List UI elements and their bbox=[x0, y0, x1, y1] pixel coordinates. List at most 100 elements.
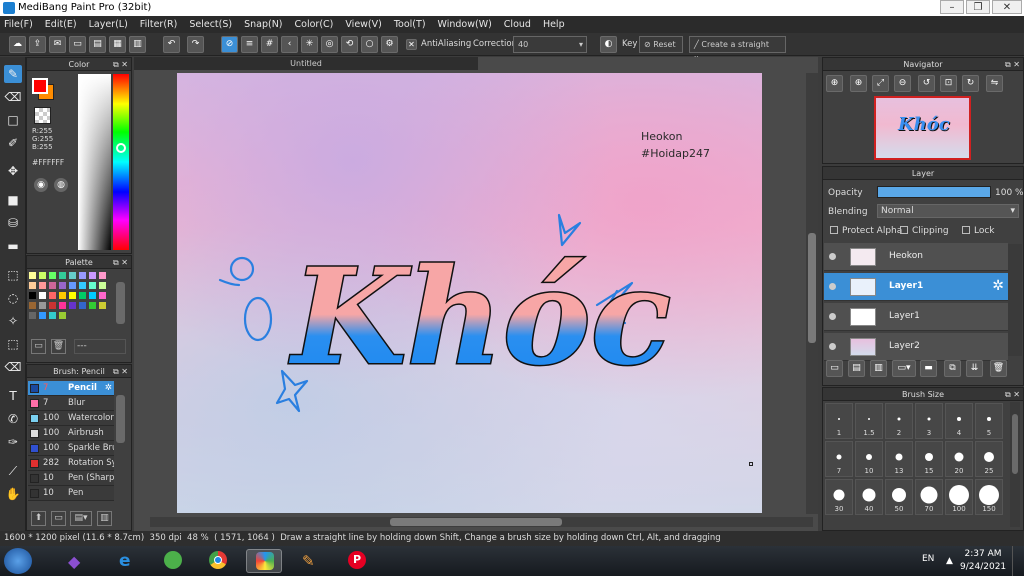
document-tab[interactable]: Untitled bbox=[134, 57, 478, 70]
brush-settings-gear-icon[interactable]: ✲ bbox=[105, 381, 112, 395]
palette-swatch[interactable] bbox=[69, 272, 76, 279]
menu-window[interactable]: Window(W) bbox=[438, 19, 492, 30]
internet-explorer-icon[interactable]: e bbox=[108, 549, 144, 573]
palette-page[interactable]: --- bbox=[74, 339, 126, 354]
move-tool-icon[interactable]: ✥ bbox=[4, 162, 22, 180]
panel-close-icon[interactable]: ⧉ ✕ bbox=[1005, 388, 1020, 401]
palette-swatch[interactable] bbox=[69, 292, 76, 299]
add-layer-menu-icon[interactable]: ▭▾ bbox=[892, 360, 916, 377]
comment-icon[interactable]: ✉ bbox=[49, 36, 66, 53]
brush-size-option[interactable]: 15 bbox=[915, 441, 943, 477]
visibility-eye-icon[interactable] bbox=[829, 253, 836, 260]
saturation-value-picker[interactable] bbox=[78, 74, 111, 250]
layer-row[interactable]: Layer2 bbox=[824, 333, 1008, 361]
protect-alpha-checkbox[interactable] bbox=[830, 226, 838, 234]
visibility-eye-icon[interactable] bbox=[829, 343, 836, 350]
chrome-icon[interactable] bbox=[200, 549, 236, 573]
curve-snap-icon[interactable]: ⟲ bbox=[341, 36, 358, 53]
panel-close-icon[interactable]: ⧉ ✕ bbox=[1005, 58, 1020, 71]
palette-swatch[interactable] bbox=[59, 302, 66, 309]
eraser-tool-icon[interactable]: ⌫ bbox=[4, 88, 22, 106]
select-pen-tool-icon[interactable]: ⬚ bbox=[4, 335, 22, 353]
brush-size-option[interactable]: 4 bbox=[945, 403, 973, 439]
palette-swatch[interactable] bbox=[49, 312, 56, 319]
panel-close-icon[interactable]: ⧉ ✕ bbox=[113, 365, 128, 378]
palette-swatch[interactable] bbox=[29, 302, 36, 309]
delete-palette-icon[interactable]: 🗑 bbox=[51, 339, 66, 354]
paint-icon[interactable]: ✎ bbox=[292, 549, 328, 573]
brush-size-option[interactable]: 1 bbox=[825, 403, 853, 439]
correction-select[interactable]: 40 ▾ bbox=[513, 36, 587, 53]
layer-scrollbar[interactable] bbox=[1008, 244, 1022, 356]
add-brush-icon[interactable]: ⬆ bbox=[31, 511, 46, 526]
palette-swatch[interactable] bbox=[29, 312, 36, 319]
flip-icon[interactable]: ⇋ bbox=[986, 75, 1003, 92]
blending-select[interactable]: Normal ▾ bbox=[877, 204, 1019, 218]
menu-edit[interactable]: Edit(E) bbox=[45, 19, 77, 30]
brush-item[interactable]: 7 Blur bbox=[28, 396, 114, 411]
tray-up-arrow-icon[interactable]: ▲ bbox=[946, 556, 953, 566]
share-icon[interactable]: ⇪ bbox=[29, 36, 46, 53]
visual-studio-icon[interactable]: ◆ bbox=[58, 549, 94, 573]
brush-item[interactable]: 100 Sparkle Brush bbox=[28, 441, 114, 456]
opacity-slider[interactable] bbox=[877, 186, 991, 198]
palette-swatch[interactable] bbox=[79, 292, 86, 299]
palette-swatch[interactable] bbox=[59, 312, 66, 319]
brush-size-option[interactable]: 25 bbox=[975, 441, 1003, 477]
save-icon[interactable]: ▤ bbox=[89, 36, 106, 53]
navigator-preview[interactable]: Khóc bbox=[874, 96, 971, 160]
brush-item[interactable]: 282 Rotation Sy bbox=[28, 456, 114, 471]
horizontal-scrollbar[interactable] bbox=[150, 517, 813, 527]
new-file-icon[interactable]: ▭ bbox=[69, 36, 86, 53]
palette-swatch[interactable] bbox=[79, 282, 86, 289]
magic-wand-tool-icon[interactable]: ✧ bbox=[4, 312, 22, 330]
menu-view[interactable]: View(V) bbox=[345, 19, 381, 30]
menu-tool[interactable]: Tool(T) bbox=[394, 19, 426, 30]
vertical-scroll-thumb[interactable] bbox=[808, 233, 816, 343]
undo-icon[interactable]: ↶ bbox=[163, 36, 180, 53]
brush-size-option[interactable]: 5 bbox=[975, 403, 1003, 439]
cloud-icon[interactable]: ☁ bbox=[9, 36, 26, 53]
menu-file[interactable]: File(F) bbox=[4, 19, 33, 30]
menu-filter[interactable]: Filter(R) bbox=[140, 19, 178, 30]
select-tool-icon[interactable]: ⬚ bbox=[4, 266, 22, 284]
palette-swatch[interactable] bbox=[29, 282, 36, 289]
menu-snap[interactable]: Snap(N) bbox=[244, 19, 282, 30]
brush-size-option[interactable]: 100 bbox=[945, 479, 973, 515]
palette-swatch[interactable] bbox=[29, 292, 36, 299]
menu-help[interactable]: Help bbox=[543, 19, 565, 30]
palette-swatch[interactable] bbox=[39, 302, 46, 309]
brush-scrollbar[interactable] bbox=[116, 395, 125, 443]
add-palette-icon[interactable]: ▭ bbox=[31, 339, 46, 354]
pinterest-icon[interactable]: P bbox=[339, 549, 375, 573]
rotate-right-icon[interactable]: ↻ bbox=[962, 75, 979, 92]
zoom-in-alt-icon[interactable]: ⊕ bbox=[850, 75, 867, 92]
merge-down-icon[interactable]: ⇊ bbox=[966, 360, 983, 377]
hue-slider[interactable] bbox=[113, 74, 129, 250]
palette-swatch[interactable] bbox=[69, 302, 76, 309]
clock[interactable]: 2:37 AM 9/24/2021 bbox=[960, 548, 1006, 574]
horizontal-scroll-thumb[interactable] bbox=[390, 518, 562, 526]
shape-tool-icon[interactable]: ■ bbox=[4, 191, 22, 209]
reset-button[interactable]: ⊘ Reset bbox=[639, 36, 683, 53]
visibility-eye-icon[interactable] bbox=[829, 283, 836, 290]
balloon-tool-icon[interactable]: ✆ bbox=[4, 410, 22, 428]
palette-swatch[interactable] bbox=[39, 272, 46, 279]
palette-swatch[interactable] bbox=[39, 292, 46, 299]
fit-icon[interactable]: ⤢ bbox=[872, 75, 889, 92]
visibility-eye-icon[interactable] bbox=[829, 313, 836, 320]
brush-item[interactable]: 7 Pencil ✲ bbox=[28, 381, 114, 396]
green-app-icon[interactable] bbox=[155, 549, 191, 573]
text-tool-icon[interactable]: T bbox=[4, 387, 22, 405]
hue-slider-handle[interactable] bbox=[116, 143, 126, 153]
snap-settings-icon[interactable]: ⚙ bbox=[381, 36, 398, 53]
palette-swatch[interactable] bbox=[89, 272, 96, 279]
perspective-snap-icon[interactable]: ‹ bbox=[281, 36, 298, 53]
palette-swatch[interactable] bbox=[59, 292, 66, 299]
new-layer-icon[interactable]: ▭ bbox=[826, 360, 843, 377]
zoom-in-icon[interactable]: ⊕ bbox=[826, 75, 843, 92]
grid-snap-icon[interactable]: # bbox=[261, 36, 278, 53]
layer-row[interactable]: Layer1 bbox=[824, 303, 1008, 331]
delete-layer-icon[interactable]: 🗑 bbox=[990, 360, 1007, 377]
menu-layer[interactable]: Layer(L) bbox=[89, 19, 128, 30]
